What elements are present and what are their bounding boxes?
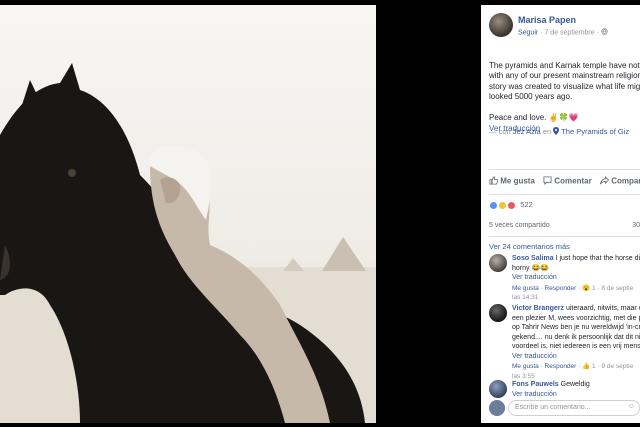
reactions-count: 522 — [520, 200, 533, 209]
divider — [489, 169, 640, 170]
post-tagline: — con Jez Azia en The Pyramids of Giz — [489, 127, 629, 137]
emoji-icon[interactable]: ☺ — [628, 403, 635, 410]
author-avatar[interactable] — [489, 13, 513, 37]
share-icon — [600, 175, 610, 187]
tag-prefix: — con — [489, 127, 511, 136]
comment-like-link[interactable]: Me gusta — [512, 285, 539, 292]
comment-button[interactable]: Comentar — [543, 176, 592, 187]
post-photo[interactable] — [0, 5, 376, 423]
commenter-name[interactable]: Victor Brangerz — [512, 305, 564, 312]
comment-body: Victor Brangerz uiteraard, nitwits, maar… — [512, 304, 640, 381]
commenter-name[interactable]: Fons Pauwels — [512, 381, 559, 388]
reactions-summary[interactable]: 522 — [489, 200, 533, 212]
comment-reply-link[interactable]: Responder — [545, 363, 577, 370]
commenter-avatar[interactable] — [489, 380, 507, 398]
location-pin-icon — [553, 127, 560, 137]
tagged-place-link[interactable]: The Pyramids of Giz — [561, 127, 629, 136]
comment-input[interactable]: Escribe un comentario... ☺ — [508, 400, 640, 416]
comment-actions: Me gusta · Responder · 😮 1 · 8 de septie… — [512, 284, 634, 302]
post-date[interactable]: · 7 de septiembre · — [540, 29, 599, 36]
tag-in: en — [542, 127, 552, 136]
love-reaction-icon — [507, 200, 517, 210]
comment-reply-link[interactable]: Responder — [545, 285, 577, 292]
follow-link[interactable]: Seguir — [518, 29, 538, 36]
more-comments-link[interactable]: Ver 24 comentarios más — [489, 242, 570, 251]
comment-body: Soso Salima I just hope that the horse d… — [512, 254, 640, 303]
divider — [489, 236, 640, 237]
tagged-person-link[interactable]: Jez Azia — [513, 127, 541, 136]
wow-reaction-icon — [498, 200, 508, 210]
comment-like-link[interactable]: Me gusta — [512, 363, 539, 370]
comment-text: Geweldig — [560, 381, 590, 388]
author-name[interactable]: Marisa Papen — [518, 15, 576, 25]
like-label: Me gusta — [500, 176, 535, 186]
comment-label: Comentar — [554, 176, 592, 186]
like-button[interactable]: Me gusta — [489, 176, 535, 187]
commenter-name[interactable]: Soso Salima — [512, 255, 554, 262]
post-side-panel: Marisa Papen Seguir · 7 de septiembre · … — [481, 5, 640, 423]
shares-row: 5 veces compartido 30 — [489, 222, 640, 229]
divider — [489, 194, 640, 195]
like-reaction-icon — [489, 200, 498, 210]
post-header: Marisa Papen Seguir · 7 de septiembre · — [489, 13, 640, 41]
globe-icon — [601, 28, 608, 37]
comment-translate-link[interactable]: Ver traducción — [512, 390, 640, 400]
shares-link[interactable]: 5 veces compartido — [489, 222, 550, 229]
post-body: The pyramids and Karnak temple have not … — [489, 60, 640, 123]
comment-body: Fons Pauwels Geweldig Ver traducción — [512, 380, 640, 399]
comment-input-placeholder: Escribe un comentario... — [515, 404, 591, 411]
commenter-avatar[interactable] — [489, 304, 507, 322]
share-button[interactable]: Compartir — [600, 175, 640, 187]
comment-translate-link[interactable]: Ver traducción — [512, 352, 640, 362]
share-label: Compartir — [611, 176, 640, 186]
post-actions: Me gusta Comentar Compartir — [489, 175, 640, 190]
shares-right-count: 30 — [632, 222, 640, 229]
current-user-avatar — [489, 400, 505, 416]
comment-translate-link[interactable]: Ver traducción — [512, 273, 640, 283]
photo-illustration — [0, 5, 376, 423]
post-meta: Seguir · 7 de septiembre · — [518, 28, 608, 37]
comment-icon — [543, 176, 552, 187]
thumbs-up-icon — [489, 176, 499, 187]
comment-actions: Me gusta · Responder · 👍 1 · 9 de septie… — [512, 363, 634, 380]
screenshot-frame: Marisa Papen Seguir · 7 de septiembre · … — [0, 0, 640, 427]
commenter-avatar[interactable] — [489, 254, 507, 272]
